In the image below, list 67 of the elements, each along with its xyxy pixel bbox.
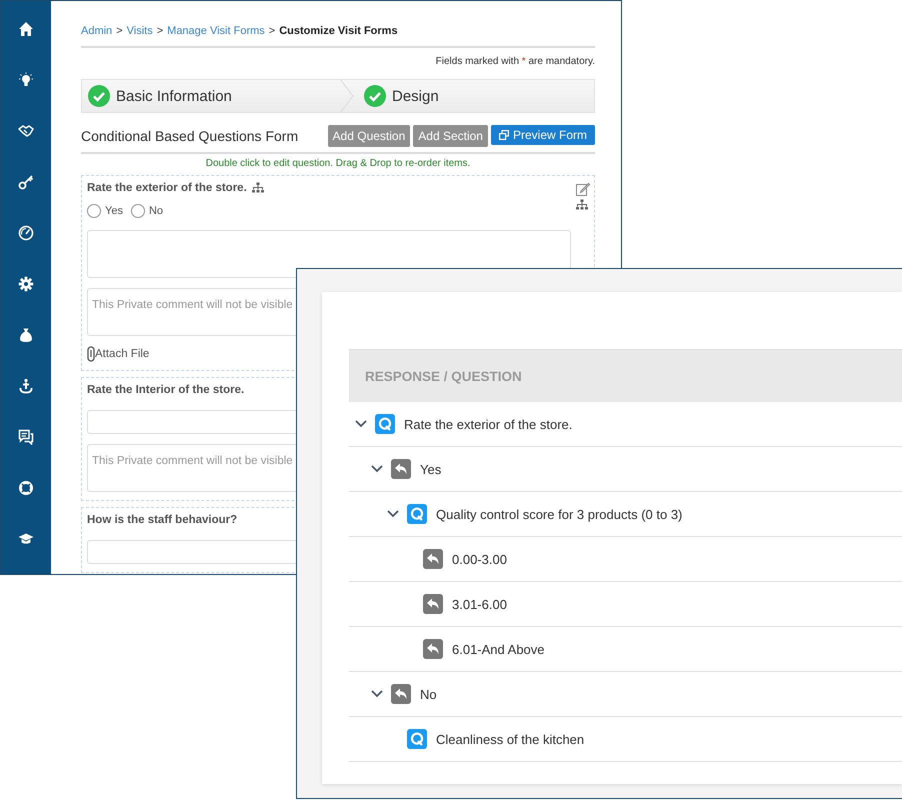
question-title: Rate the exterior of the store. (87, 182, 247, 194)
response-text: 3.01-6.00 (452, 596, 507, 612)
sidebar-item[interactable] (17, 173, 35, 191)
breadcrumb-separator: > (156, 25, 164, 37)
form-title: Conditional Based Questions Form (81, 128, 298, 146)
question-title: Rate the Interior of the store. (87, 384, 244, 396)
question-title: How is the staff behaviour? (87, 514, 238, 526)
mandatory-note: Fields marked with * are mandatory. (434, 56, 595, 67)
question-text: Cleanliness of the kitchen (436, 732, 584, 746)
breadcrumb-separator: > (268, 25, 276, 37)
instruction-text: Double click to edit question. Drag & Drop to re-order items. (204, 158, 472, 169)
sidebar-item[interactable] (17, 71, 35, 89)
caret-icon[interactable] (355, 418, 367, 430)
reply-icon (423, 594, 443, 614)
sidebar-item[interactable] (17, 377, 35, 395)
windows-icon (498, 130, 509, 140)
question-icon (407, 504, 427, 524)
home-icon (18, 21, 34, 37)
wizard-step[interactable]: Basic Information (116, 88, 340, 104)
person-ring-icon (18, 378, 34, 394)
response-text: No (420, 686, 437, 702)
attach-file-link[interactable]: Attach File (95, 348, 150, 360)
caret-icon[interactable] (371, 463, 383, 475)
breadcrumb-separator: > (116, 25, 123, 37)
sidebar-item[interactable] (17, 20, 35, 38)
response-text: 0.00-3.00 (452, 552, 507, 566)
preview-button[interactable]: Preview Form (490, 125, 595, 145)
add-button[interactable]: Add Section (413, 125, 488, 147)
option-label: No (148, 205, 164, 217)
hierarchy-icon (252, 182, 264, 194)
key-icon (18, 174, 34, 190)
sidebar-item[interactable] (17, 479, 35, 497)
reply-icon (391, 684, 411, 704)
response-text: 6.01-And Above (452, 642, 545, 656)
sidebar-item[interactable] (17, 275, 35, 293)
money-bag-icon (18, 327, 34, 343)
add-button[interactable]: Add Question (328, 125, 410, 147)
caret-icon[interactable] (387, 508, 399, 520)
lightbulb-icon (18, 72, 34, 88)
breadcrumb-link[interactable]: Visits (126, 25, 153, 37)
wizard-step[interactable]: Design (392, 88, 439, 104)
chat-icon (18, 429, 34, 445)
option-label: Yes (105, 205, 123, 217)
breadcrumb-link[interactable]: Admin (81, 25, 112, 37)
reply-icon (391, 459, 411, 479)
edit-icon[interactable] (576, 182, 590, 196)
response-text: Yes (420, 462, 442, 476)
breadcrumb-current: Customize Visit Forms (279, 25, 398, 37)
sidebar-item[interactable] (17, 326, 35, 344)
hierarchy-icon[interactable] (576, 199, 590, 211)
sidebar-item[interactable] (17, 428, 35, 446)
question-text: Quality control score for 3 products (0 to 3) (436, 506, 682, 522)
lifebuoy-icon (18, 480, 34, 496)
gear-icon (18, 276, 34, 292)
column-header: RESPONSE / QUESTION (349, 349, 902, 402)
question-icon (407, 729, 427, 749)
gauge-icon (18, 225, 34, 241)
question-icon (375, 414, 395, 434)
radio-button[interactable] (87, 204, 101, 218)
caret-icon[interactable] (371, 688, 383, 700)
reply-icon (423, 639, 443, 659)
sidebar-item[interactable] (17, 224, 35, 242)
breadcrumb-link[interactable]: Manage Visit Forms (167, 25, 265, 37)
question-text: Rate the exterior of the store. (404, 416, 572, 432)
reply-icon (423, 549, 443, 569)
radio-button[interactable] (130, 204, 145, 218)
paperclip-icon (87, 346, 95, 362)
